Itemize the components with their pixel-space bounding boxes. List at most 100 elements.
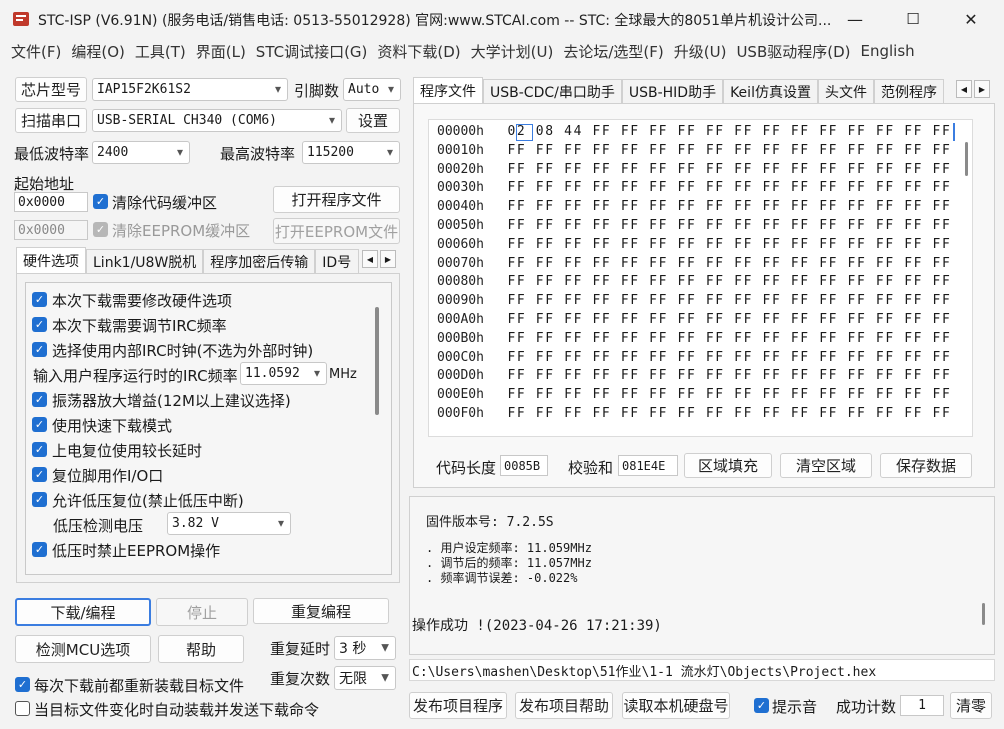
menu-forum[interactable]: 去论坛/选型(F) xyxy=(558,41,668,62)
clear-area-button[interactable]: 清空区域 xyxy=(780,453,872,478)
hex-bytes[interactable]: FF FF FF FF FF FF FF FF FF FF FF FF FF F… xyxy=(507,312,951,327)
menu-downloads[interactable]: 资料下载(D) xyxy=(372,41,465,62)
irc-frequency-value: 11.0592 xyxy=(245,366,300,381)
hex-bytes[interactable]: FF FF FF FF FF FF FF FF FF FF FF FF FF F… xyxy=(507,274,951,289)
hex-bytes[interactable]: FF FF FF FF FF FF FF FF FF FF FF FF FF F… xyxy=(507,350,951,365)
option-checkbox[interactable]: ✓ xyxy=(32,317,47,332)
option-checkbox[interactable]: ✓ xyxy=(32,467,47,482)
save-data-button[interactable]: 保存数据 xyxy=(880,453,972,478)
irc-frequency-select[interactable]: 11.0592 ▼ xyxy=(240,362,327,385)
hex-bytes[interactable]: FF FF FF FF FF FF FF FF FF FF FF FF FF F… xyxy=(507,256,951,271)
tab-program-file[interactable]: 程序文件 xyxy=(413,77,483,104)
hex-bytes[interactable]: FF FF FF FF FF FF FF FF FF FF FF FF FF F… xyxy=(507,406,951,421)
menu-program[interactable]: 编程(O) xyxy=(66,41,130,62)
tab-keil-settings[interactable]: Keil仿真设置 xyxy=(723,79,818,104)
log-scrollbar[interactable] xyxy=(982,603,985,625)
file-path-field[interactable]: C:\Users\mashen\Desktop\51作业\1-1 流水灯\Obj… xyxy=(409,659,995,681)
low-voltage-select[interactable]: 3.82 V ▼ xyxy=(167,512,291,535)
pin-count-select[interactable]: Auto ▼ xyxy=(343,78,401,101)
hex-bytes[interactable]: FF FF FF FF FF FF FF FF FF FF FF FF FF F… xyxy=(507,199,951,214)
port-settings-button[interactable]: 设置 xyxy=(346,108,400,133)
open-eeprom-file-button[interactable]: 打开EEPROM文件 xyxy=(273,218,400,244)
beep-checkbox[interactable]: ✓ xyxy=(754,698,769,713)
menu-upgrade[interactable]: 升级(U) xyxy=(669,41,732,62)
tab-link1-offline[interactable]: Link1/U8W脱机 xyxy=(86,249,204,274)
chevron-down-icon: ▼ xyxy=(381,672,389,684)
menu-university[interactable]: 大学计划(U) xyxy=(466,41,559,62)
clear-code-buffer-checkbox[interactable]: ✓ xyxy=(93,194,108,209)
option-checkbox[interactable]: ✓ xyxy=(32,442,47,457)
stop-button[interactable]: 停止 xyxy=(156,598,248,626)
hex-bytes[interactable]: FF FF FF FF FF FF FF FF FF FF FF FF FF F… xyxy=(507,143,951,158)
menu-tools[interactable]: 工具(T) xyxy=(130,41,191,62)
code-start-address-field[interactable]: 0x0000 xyxy=(14,192,88,212)
option-checkbox[interactable]: ✓ xyxy=(32,292,47,307)
hex-bytes[interactable]: FF FF FF FF FF FF FF FF FF FF FF FF FF F… xyxy=(507,162,951,177)
area-fill-button[interactable]: 区域填充 xyxy=(684,453,772,478)
menu-usb-driver[interactable]: USB驱动程序(D) xyxy=(731,41,855,62)
menu-english[interactable]: English xyxy=(855,42,919,60)
repeat-count-select[interactable]: 无限 ▼ xyxy=(334,666,396,690)
repeat-delay-select[interactable]: 3 秒 ▼ xyxy=(334,636,396,660)
repeat-program-button[interactable]: 重复编程 xyxy=(253,598,389,624)
hex-editor[interactable]: 00000h 02 08 44 FF FF FF FF FF FF FF FF … xyxy=(428,119,973,437)
option-checkbox[interactable]: ✓ xyxy=(32,342,47,357)
hex-bytes[interactable]: 02 08 44 FF FF FF FF FF FF FF FF FF FF F… xyxy=(507,124,951,139)
hex-row: 00070h FF FF FF FF FF FF FF FF FF FF FF … xyxy=(437,256,951,275)
hex-bytes[interactable]: FF FF FF FF FF FF FF FF FF FF FF FF FF F… xyxy=(507,387,951,402)
menu-file[interactable]: 文件(F) xyxy=(6,41,66,62)
option-checkbox[interactable]: ✓ xyxy=(32,392,47,407)
maximize-button[interactable]: ☐ xyxy=(890,0,936,38)
tab-examples[interactable]: 范例程序 xyxy=(873,79,944,104)
hex-bytes[interactable]: FF FF FF FF FF FF FF FF FF FF FF FF FF F… xyxy=(507,331,951,346)
close-button[interactable]: ✕ xyxy=(948,0,994,38)
output-log[interactable]: 固件版本号: 7.2.5S . 用户设定频率: 11.059MHz . 调节后的… xyxy=(409,496,995,655)
repeat-count-value: 无限 xyxy=(339,671,367,687)
tab-encrypted-transfer[interactable]: 程序加密后传输 xyxy=(203,249,316,274)
tab-hardware-options[interactable]: 硬件选项 xyxy=(16,247,86,274)
publish-project-button[interactable]: 发布项目程序 xyxy=(409,692,507,719)
options-scrollbar[interactable] xyxy=(375,307,379,415)
minimize-button[interactable]: — xyxy=(832,0,878,38)
eeprom-start-address-field[interactable]: 0x0000 xyxy=(14,220,88,240)
hex-bytes[interactable]: FF FF FF FF FF FF FF FF FF FF FF FF FF F… xyxy=(507,293,951,308)
menu-debug-interface[interactable]: STC调试接口(G) xyxy=(251,41,373,62)
tab-usb-hid[interactable]: USB-HID助手 xyxy=(621,79,724,104)
hex-bytes[interactable]: FF FF FF FF FF FF FF FF FF FF FF FF FF F… xyxy=(507,368,951,383)
tab-usb-cdc-serial[interactable]: USB-CDC/串口助手 xyxy=(483,79,622,104)
reload-target-checkbox[interactable]: ✓ xyxy=(15,677,30,692)
tab-scroll-right-icon[interactable]: ▶ xyxy=(380,250,396,268)
option-checkbox[interactable]: ✓ xyxy=(32,542,47,557)
chip-type-button[interactable]: 芯片型号 xyxy=(15,77,87,102)
help-button[interactable]: 帮助 xyxy=(158,635,244,663)
tab-header-files[interactable]: 头文件 xyxy=(817,79,874,104)
log-line: . 频率调节误差: -0.022% xyxy=(426,571,578,585)
scan-port-button[interactable]: 扫描串口 xyxy=(15,108,87,133)
chip-type-select[interactable]: IAP15F2K61S2 ▼ xyxy=(92,78,288,101)
max-baud-select[interactable]: 115200 ▼ xyxy=(302,141,400,164)
min-baud-select[interactable]: 2400 ▼ xyxy=(92,141,190,164)
hex-bytes[interactable]: FF FF FF FF FF FF FF FF FF FF FF FF FF F… xyxy=(507,180,951,195)
hex-bytes[interactable]: FF FF FF FF FF FF FF FF FF FF FF FF FF F… xyxy=(507,237,951,252)
open-program-file-button[interactable]: 打开程序文件 xyxy=(273,186,400,213)
option-label: 振荡器放大增益(12M以上建议选择) xyxy=(52,392,291,410)
hex-bytes[interactable]: FF FF FF FF FF FF FF FF FF FF FF FF FF F… xyxy=(507,218,951,233)
option-checkbox[interactable]: ✓ xyxy=(32,417,47,432)
publish-help-button[interactable]: 发布项目帮助 xyxy=(515,692,613,719)
menu-interface[interactable]: 界面(L) xyxy=(191,41,251,62)
hex-vertical-scrollbar[interactable] xyxy=(965,142,968,176)
tab-scroll-left-icon[interactable]: ◀ xyxy=(362,250,378,268)
tab-scroll-left-icon[interactable]: ◀ xyxy=(956,80,972,98)
clear-count-button[interactable]: 清零 xyxy=(950,692,992,719)
option-checkbox[interactable]: ✓ xyxy=(32,492,47,507)
tab-id[interactable]: ID号 xyxy=(315,249,360,274)
read-disk-id-button[interactable]: 读取本机硬盘号 xyxy=(622,692,730,719)
tab-scroll-right-icon[interactable]: ▶ xyxy=(974,80,990,98)
detect-mcu-options-button[interactable]: 检测MCU选项 xyxy=(15,635,151,663)
download-program-button[interactable]: 下载/编程 xyxy=(15,598,151,626)
auto-load-checkbox[interactable] xyxy=(15,701,30,716)
port-select[interactable]: USB-SERIAL CH340 (COM6) ▼ xyxy=(92,109,342,132)
hex-address: 00020h xyxy=(437,161,484,177)
clear-eeprom-buffer-checkbox[interactable]: ✓ xyxy=(93,222,108,237)
hex-row: 00000h 02 08 44 FF FF FF FF FF FF FF FF … xyxy=(437,124,951,143)
